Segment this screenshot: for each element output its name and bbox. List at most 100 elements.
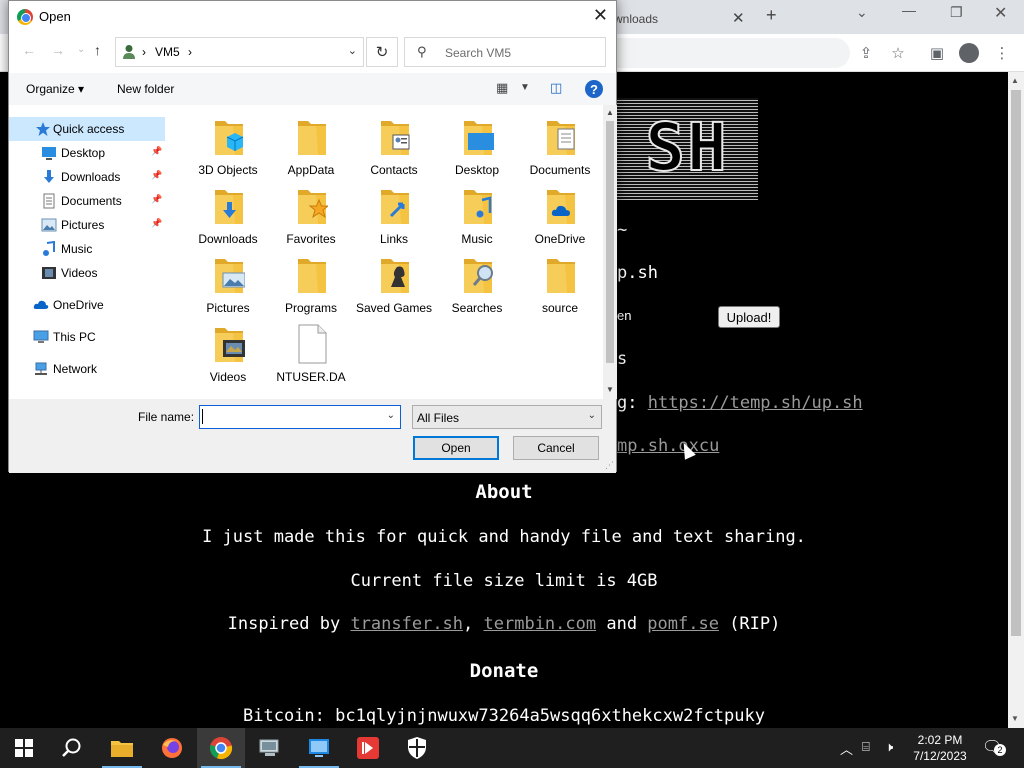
list-scroll-up-icon[interactable]: ▲ [606,108,614,117]
nav-item-downloads[interactable]: Downloads 📌 [9,165,165,189]
app-taskbar-button-1[interactable] [246,728,294,768]
new-folder-button[interactable]: New folder [117,82,174,96]
page-scrollbar[interactable]: ▲ ▼ [1008,72,1024,728]
browser-tab[interactable]: wnloads ✕ [600,4,760,34]
show-hidden-icons-icon[interactable]: ︿ [840,739,853,758]
chrome-taskbar-button[interactable] [197,728,245,768]
file-item[interactable]: Programs [270,251,352,319]
recent-chevron-icon[interactable]: ⌄ [77,44,85,55]
nav-item-documents[interactable]: Documents 📌 [9,189,165,213]
address-bar[interactable]: › VM5 › ⌄ [115,37,364,67]
address-dropdown-icon[interactable]: ⌄ [348,44,357,57]
file-list-scrollbar[interactable]: ▲ ▼ [603,105,617,399]
site-link-fragment[interactable]: mp.sh.oxcu [617,436,719,456]
file-item-name: Favorites [286,232,336,246]
file-item[interactable]: Links [353,182,435,250]
file-item[interactable]: Pictures [187,251,269,319]
taskbar-search-button[interactable] [48,728,96,768]
nav-item-this-pc[interactable]: This PC [9,325,165,349]
upsh-link[interactable]: https://temp.sh/up.sh [648,393,863,413]
resize-grip-icon[interactable]: ⋰ [605,460,614,471]
transfer-sh-link[interactable]: transfer.sh [350,614,463,634]
filename-dropdown-icon[interactable]: ⌄ [387,410,395,421]
volume-muted-icon[interactable]: 🕨 [885,739,893,755]
page-scroll-thumb[interactable] [1011,90,1021,636]
file-item[interactable]: Contacts [353,113,435,181]
nav-item-pictures[interactable]: Pictures 📌 [9,213,165,237]
scroll-up-icon[interactable]: ▲ [1011,76,1019,85]
bookmark-star-icon[interactable]: ☆ [888,43,908,63]
dialog-title-bar[interactable]: Open ✕ [9,1,616,32]
file-item[interactable]: Saved Games [353,251,435,319]
termbin-link[interactable]: termbin.com [484,614,597,634]
forward-arrow-icon[interactable]: → [51,42,65,58]
file-item[interactable]: Videos [187,320,269,388]
organize-button[interactable]: Organize ▾ [26,82,84,96]
open-button[interactable]: Open [413,436,499,460]
firefox-taskbar-button[interactable] [148,728,196,768]
file-item[interactable]: 3D Objects [187,113,269,181]
search-input[interactable]: ⚲ Search VM5 [404,37,606,67]
browser-menu-icon[interactable]: ⋮ [992,43,1012,63]
film-icon [215,328,245,362]
back-arrow-icon[interactable]: ← [22,42,36,58]
preview-pane-icon[interactable]: ◫ [550,80,562,96]
nav-item-desktop[interactable]: Desktop 📌 [9,141,165,165]
file-type-select[interactable]: All Files ⌄ [412,405,602,429]
filename-input[interactable]: ⌄ [199,405,401,429]
new-tab-button[interactable]: + [766,5,777,26]
nav-item-network[interactable]: Network [9,357,165,381]
help-icon[interactable]: ? [585,80,603,98]
tab-close-icon[interactable]: ✕ [732,9,745,27]
up-arrow-icon[interactable]: ↑ [94,42,101,58]
film-icon [41,265,57,281]
profile-avatar-icon[interactable] [959,43,979,63]
list-scroll-down-icon[interactable]: ▼ [606,385,614,394]
nav-item-onedrive[interactable]: OneDrive [9,293,165,317]
breadcrumb-vm5[interactable]: VM5 [155,45,180,59]
action-center-button[interactable]: 🗨 2 [982,737,1006,759]
file-type-value: All Files [417,411,460,425]
taskbar-clock[interactable]: 2:02 PM 7/12/2023 [908,732,972,764]
file-item[interactable]: NTUSER.DA [270,320,352,388]
file-item[interactable]: Documents [519,113,601,181]
app-taskbar-button-3[interactable] [344,728,392,768]
restore-icon[interactable]: ❐ [950,4,963,21]
about-heading: About [475,481,533,503]
view-options-icon[interactable]: ▦ [496,80,508,96]
nav-item-videos[interactable]: Videos [9,261,165,285]
clock-time: 2:02 PM [917,733,963,747]
dialog-close-icon[interactable]: ✕ [593,5,608,26]
file-item[interactable]: AppData [270,113,352,181]
share-icon[interactable]: ⇪ [856,43,876,63]
bitcoin-address: Bitcoin: bc1qlyjnjnwuxw73264a5wsqq6xthek… [243,706,765,726]
side-panel-icon[interactable]: ▣ [927,43,947,63]
tab-search-icon[interactable]: ⌄ [856,4,868,21]
nav-item-quick-access[interactable]: Quick access [9,117,165,141]
file-explorer-taskbar-button[interactable] [98,728,146,768]
view-dropdown-icon[interactable]: ▼ [520,82,530,93]
file-item[interactable]: Desktop [436,113,518,181]
file-item[interactable]: OneDrive [519,182,601,250]
donate-heading: Donate [469,660,539,682]
list-scroll-thumb[interactable] [606,121,614,363]
scroll-down-icon[interactable]: ▼ [1011,714,1019,723]
nav-item-music[interactable]: Music [9,237,165,261]
app-taskbar-button-2[interactable] [295,728,343,768]
cancel-button[interactable]: Cancel [513,436,599,460]
network-status-icon[interactable]: ⌸ [862,739,870,755]
start-button[interactable] [0,728,48,768]
file-item[interactable]: Searches [436,251,518,319]
window-close-icon[interactable]: ✕ [994,3,1007,23]
file-item[interactable]: Music [436,182,518,250]
minimize-icon[interactable]: — [902,2,916,18]
security-taskbar-button[interactable] [393,728,441,768]
breadcrumb-chevron[interactable]: › [188,45,192,59]
file-item[interactable]: Favorites [270,182,352,250]
file-item[interactable]: Downloads [187,182,269,250]
file-item[interactable]: source [519,251,601,319]
upload-button[interactable]: Upload! [718,306,780,328]
file-item-name: Music [461,232,493,246]
refresh-button[interactable]: ↻ [366,37,398,67]
pomf-link[interactable]: pomf.se [647,614,719,634]
